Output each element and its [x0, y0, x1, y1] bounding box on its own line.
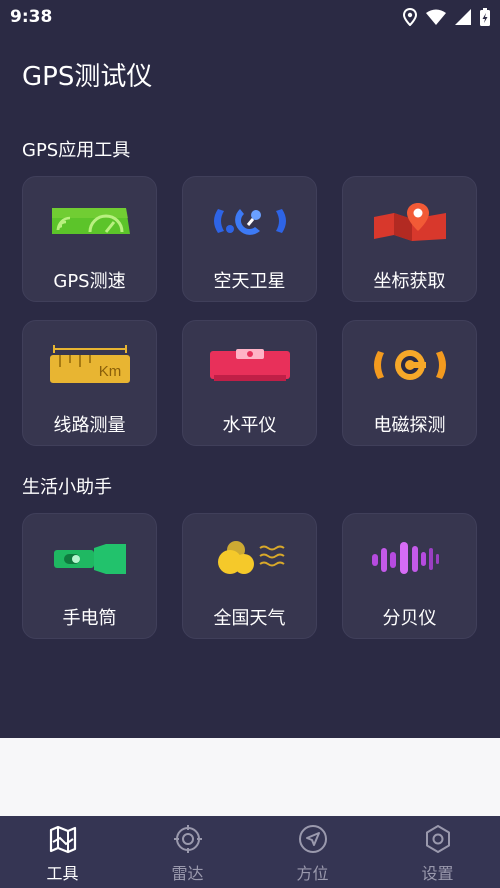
section-title-gps-tools: GPS应用工具 [22, 140, 131, 161]
status-bar: 9:38 [0, 0, 500, 34]
signal-icon [455, 9, 471, 25]
compass-icon [298, 824, 328, 854]
status-icons [403, 8, 490, 26]
tab-label: 设置 [421, 864, 454, 883]
tool-card-gps-speed[interactable]: GPS测速 [22, 176, 157, 302]
tab-label: 方位 [296, 864, 329, 883]
ruler-icon-text: Km [98, 363, 121, 380]
life-helpers-grid: 手电筒 全国天气 分贝仪 [22, 513, 478, 639]
tool-card-route-measure[interactable]: Km 线路测量 [22, 320, 157, 446]
tool-label: 分贝仪 [382, 608, 437, 629]
decibel-icon [368, 536, 452, 580]
satellite-icon [208, 199, 292, 243]
tool-label: 坐标获取 [373, 271, 446, 292]
tab-label: 雷达 [171, 864, 204, 883]
weather-icon [208, 536, 292, 580]
ad-banner-area [0, 738, 500, 816]
gps-tools-grid: GPS测速 空天卫星 坐标获取 Km 线路测量 水平仪 电磁探测 [22, 176, 478, 446]
tab-tools[interactable]: 工具 [0, 816, 125, 888]
map-pin-icon [368, 199, 452, 243]
tools-map-icon [48, 824, 78, 854]
page-title: GPS测试仪 [22, 62, 153, 92]
tool-label: 电磁探测 [373, 415, 446, 436]
tab-label: 工具 [46, 864, 79, 883]
battery-charging-icon [480, 8, 490, 26]
tool-label: 全国天气 [213, 608, 286, 629]
status-time: 9:38 [10, 7, 53, 27]
wifi-icon [426, 9, 446, 25]
tab-compass[interactable]: 方位 [250, 816, 375, 888]
tool-label: 手电筒 [62, 608, 117, 629]
tool-card-em-detect[interactable]: 电磁探测 [342, 320, 477, 446]
tool-label: 水平仪 [222, 415, 277, 436]
tool-card-decibel[interactable]: 分贝仪 [342, 513, 477, 639]
tool-card-flashlight[interactable]: 手电筒 [22, 513, 157, 639]
tool-label: 空天卫星 [213, 271, 286, 292]
tool-card-coordinates[interactable]: 坐标获取 [342, 176, 477, 302]
tab-radar[interactable]: 雷达 [125, 816, 250, 888]
tool-card-level[interactable]: 水平仪 [182, 320, 317, 446]
location-icon [403, 8, 417, 26]
settings-hexagon-icon [423, 824, 453, 854]
speedometer-icon [48, 199, 132, 243]
ruler-icon: Km [48, 343, 132, 387]
tool-card-weather[interactable]: 全国天气 [182, 513, 317, 639]
tool-label: 线路测量 [53, 415, 126, 436]
tool-card-satellite[interactable]: 空天卫星 [182, 176, 317, 302]
flashlight-icon [48, 536, 132, 580]
bottom-tab-bar: 工具 雷达 方位 设置 [0, 816, 500, 888]
radar-icon [173, 824, 203, 854]
electromagnetic-icon [368, 343, 452, 387]
tool-label: GPS测速 [53, 271, 126, 292]
section-title-life-helpers: 生活小助手 [22, 477, 112, 498]
tab-settings[interactable]: 设置 [375, 816, 500, 888]
level-icon [208, 343, 292, 387]
